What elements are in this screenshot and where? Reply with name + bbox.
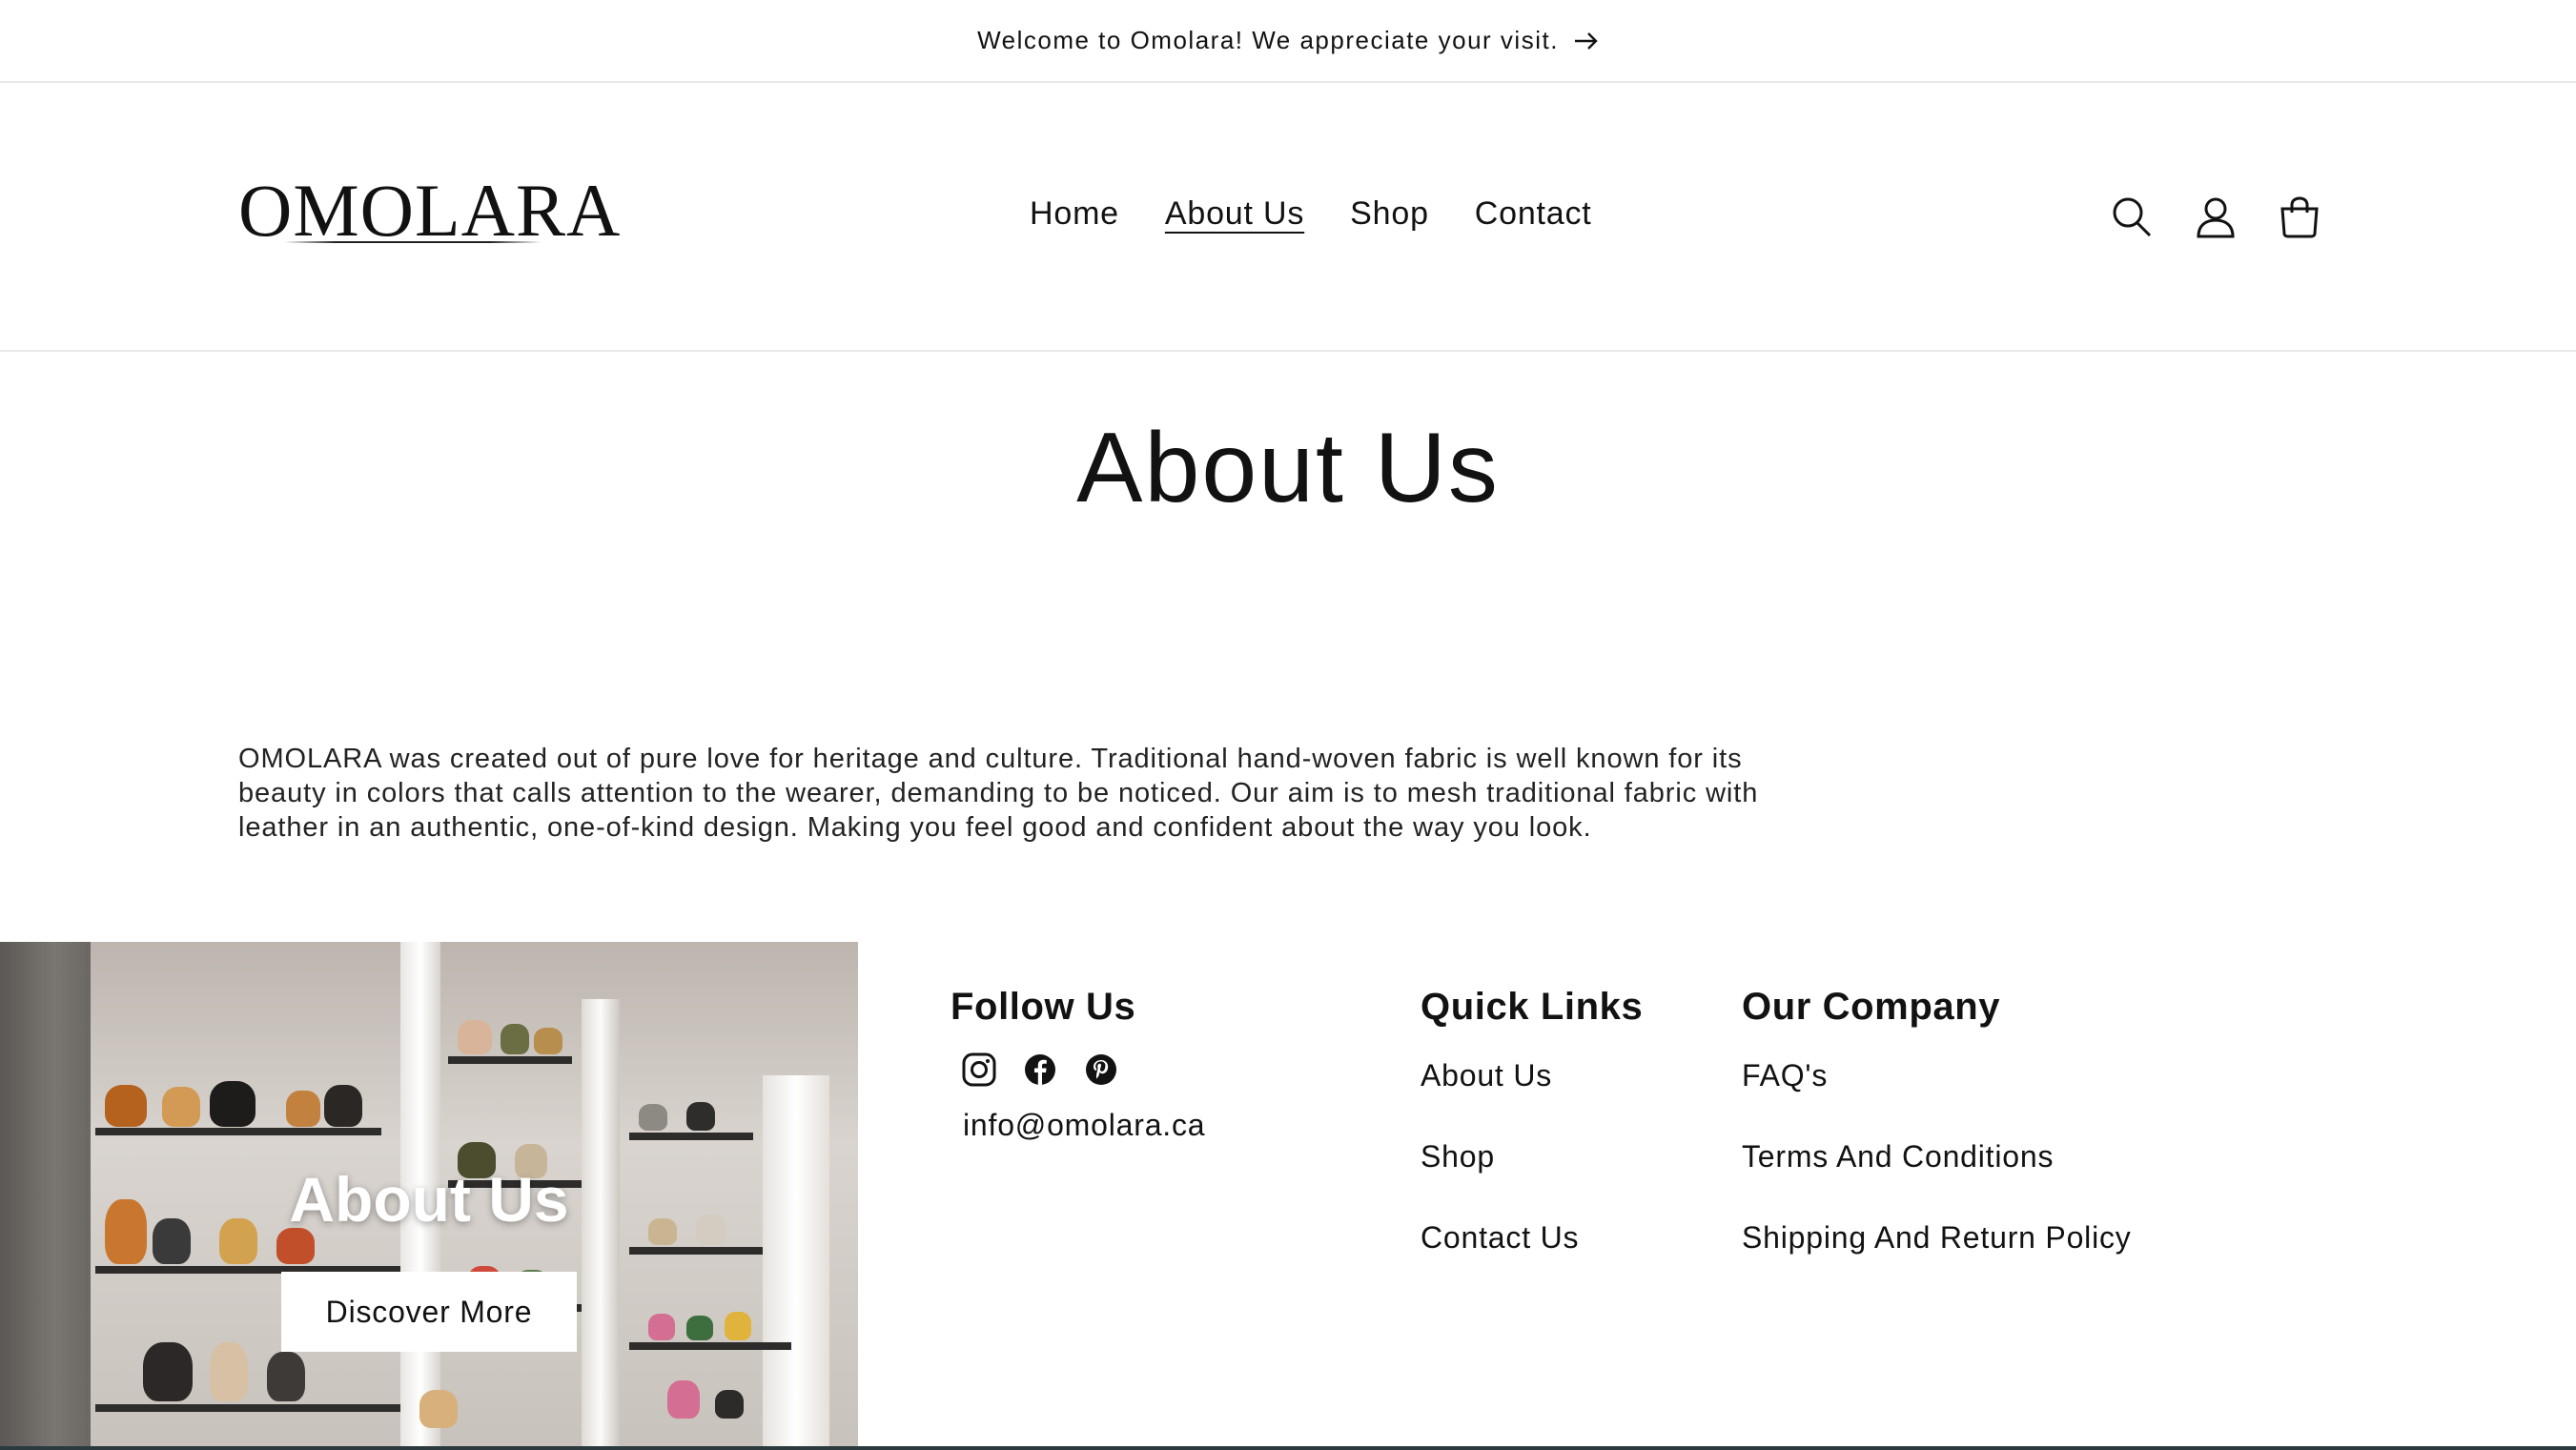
nav-shop[interactable]: Shop <box>1350 195 1429 233</box>
social-icons <box>961 1052 1119 1088</box>
follow-us-heading: Follow Us <box>951 986 1136 1028</box>
main-nav: Home About Us Shop Contact <box>1030 195 1592 233</box>
about-paragraph: OMOLARA was created out of pure love for… <box>238 744 1759 843</box>
arrow-right-icon[interactable] <box>1574 31 1599 51</box>
search-icon[interactable] <box>2111 195 2153 239</box>
footer-link-shipping-returns[interactable]: Shipping And Return Policy <box>1742 1219 2132 1300</box>
logo[interactable]: OMOLARA <box>238 174 621 248</box>
footer-link-contact-us[interactable]: Contact Us <box>1421 1219 1643 1300</box>
footer-link-terms[interactable]: Terms And Conditions <box>1742 1138 2132 1219</box>
nav-about-us[interactable]: About Us <box>1165 195 1304 233</box>
logo-underline <box>284 241 542 243</box>
site-header: OMOLARA Home About Us Shop Contact <box>0 83 2576 352</box>
footer-link-shop[interactable]: Shop <box>1421 1138 1643 1219</box>
header-icons <box>2111 195 2320 239</box>
announcement-bar[interactable]: Welcome to Omolara! We appreciate your v… <box>0 0 2576 83</box>
footer-our-company: Our Company FAQ's Terms And Conditions S… <box>1742 986 2132 1300</box>
announcement-text[interactable]: Welcome to Omolara! We appreciate your v… <box>977 26 1559 55</box>
nav-home[interactable]: Home <box>1030 195 1119 233</box>
quick-links-heading: Quick Links <box>1421 986 1644 1028</box>
bottom-divider <box>0 1446 2576 1450</box>
pinterest-icon[interactable] <box>1083 1052 1119 1088</box>
instagram-icon[interactable] <box>961 1052 997 1088</box>
nav-contact[interactable]: Contact <box>1475 195 1592 233</box>
our-company-heading: Our Company <box>1742 986 2001 1028</box>
promo-title: About Us <box>289 1164 569 1235</box>
footer-email[interactable]: info@omolara.ca <box>963 1108 1205 1143</box>
footer-follow-us: Follow Us <box>951 986 1135 1029</box>
cart-icon[interactable] <box>2279 195 2320 239</box>
footer-quick-links: Quick Links About Us Shop Contact Us <box>1421 986 1643 1300</box>
page-title: About Us <box>1076 413 1500 523</box>
account-icon[interactable] <box>2195 195 2237 239</box>
facebook-icon[interactable] <box>1022 1052 1058 1088</box>
discover-more-button[interactable]: Discover More <box>281 1272 577 1352</box>
footer-link-faqs[interactable]: FAQ's <box>1742 1057 2132 1138</box>
footer-link-about-us[interactable]: About Us <box>1421 1057 1643 1138</box>
